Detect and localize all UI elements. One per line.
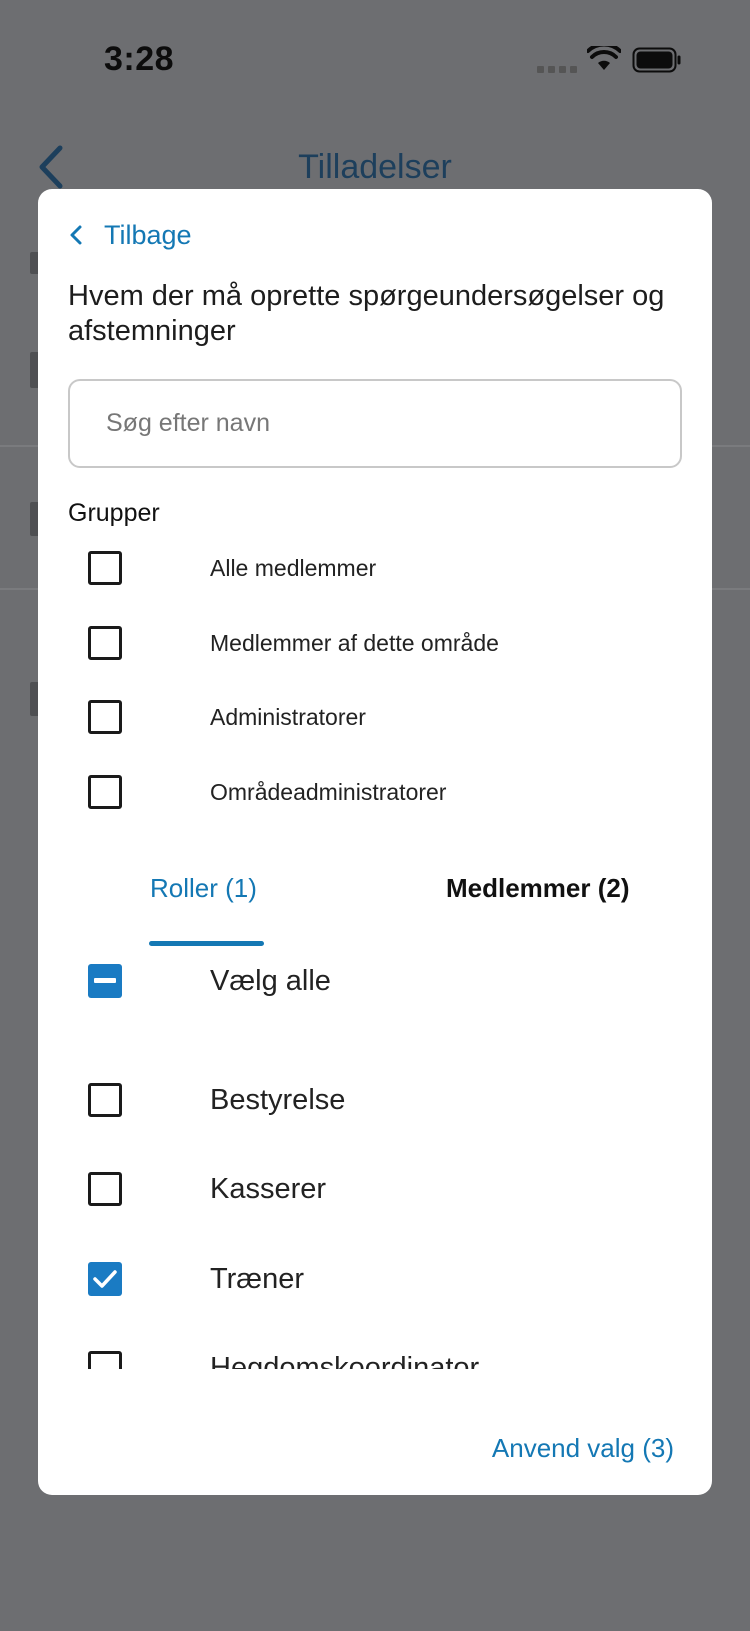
groups-heading: Grupper [68, 499, 160, 527]
chevron-left-icon [70, 225, 82, 245]
wifi-icon [587, 46, 621, 70]
group-label: Alle medlemmer [210, 554, 377, 581]
checkbox-checked[interactable] [88, 1262, 122, 1296]
checkbox[interactable] [88, 551, 122, 585]
modal-title: Hvem der må oprette spørgeundersøgelser … [68, 280, 665, 347]
role-label: Bestyrelse [210, 1083, 346, 1116]
role-list[interactable]: Vælg alle Bestyrelse Kasserer Træner Heg… [38, 949, 712, 1369]
role-item-traener[interactable]: Træner [88, 1262, 304, 1296]
tab-members[interactable]: Medlemmer (2) [446, 873, 630, 943]
permissions-modal: Tilbage Hvem der må oprette spørgeunders… [38, 189, 712, 1495]
cellular-signal-icon [537, 66, 577, 73]
role-item-partial[interactable]: Hegdomskoordinator [88, 1351, 479, 1369]
checkbox[interactable] [88, 700, 122, 734]
role-label: Hegdomskoordinator [210, 1351, 480, 1370]
group-label: Administratorer [210, 703, 366, 730]
role-item-bestyrelse[interactable]: Bestyrelse [88, 1083, 345, 1117]
status-bar: 3:28 [0, 0, 750, 120]
back-button[interactable]: Tilbage [68, 215, 192, 255]
group-label: Medlemmer af dette område [210, 629, 499, 656]
checkbox[interactable] [88, 626, 122, 660]
select-all-item[interactable]: Vælg alle [88, 964, 331, 998]
apply-selection-button[interactable]: Anvend valg (3) [492, 1433, 674, 1464]
group-item-all-members[interactable]: Alle medlemmer [88, 551, 376, 585]
checkbox[interactable] [88, 1083, 122, 1117]
checkmark-icon [93, 1270, 117, 1288]
active-tab-indicator [149, 941, 264, 946]
checkbox[interactable] [88, 775, 122, 809]
group-item-area-administrators[interactable]: Områdeadministratorer [88, 775, 446, 809]
checkbox-indeterminate[interactable] [88, 964, 122, 998]
search-input[interactable] [68, 379, 682, 468]
tab-bar: Roller (1) Medlemmer (2) [38, 839, 712, 909]
group-label: Områdeadministratorer [210, 778, 447, 805]
group-item-area-members[interactable]: Medlemmer af dette område [88, 626, 499, 660]
tab-roles[interactable]: Roller (1) [150, 873, 257, 943]
status-time: 3:28 [104, 40, 175, 78]
select-all-label: Vælg alle [210, 964, 331, 997]
minus-icon [94, 978, 116, 983]
role-label: Træner [210, 1262, 304, 1295]
tab-label: Roller (1) [150, 873, 257, 903]
tab-label: Medlemmer (2) [446, 873, 630, 903]
checkbox[interactable] [88, 1351, 122, 1369]
role-item-kasserer[interactable]: Kasserer [88, 1172, 326, 1206]
role-label: Kasserer [210, 1172, 327, 1205]
back-label: Tilbage [104, 219, 192, 250]
checkbox[interactable] [88, 1172, 122, 1206]
battery-icon [632, 47, 681, 73]
background-title: Tilladelser [298, 148, 452, 186]
group-item-administrators[interactable]: Administratorer [88, 700, 366, 734]
